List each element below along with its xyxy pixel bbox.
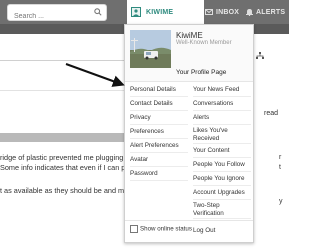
alerts-button[interactable]: ALERTS — [246, 0, 285, 24]
show-online-status-label: Show online status — [140, 225, 192, 233]
menu-item-account-upgrades[interactable]: Account Upgrades — [193, 186, 251, 200]
post-text-line: Some info indicates that even if I can p — [0, 163, 126, 172]
divider — [0, 60, 126, 61]
text-fragment: r — [279, 154, 282, 161]
menu-item-news-feed[interactable]: Your News Feed — [193, 83, 251, 97]
user-name[interactable]: KiwiME — [176, 31, 203, 40]
menu-item-people-you-follow[interactable]: People You Follow — [193, 158, 251, 172]
text-fragment: t — [279, 164, 281, 171]
menu-item-two-step-verification[interactable]: Two-Step Verification — [193, 200, 251, 219]
user-menu-button[interactable]: KIWIME — [127, 0, 204, 24]
profile-page-link[interactable]: Your Profile Page — [176, 69, 226, 76]
sitemap-icon — [256, 52, 264, 59]
menu-item-contact-details[interactable]: Contact Details — [130, 97, 188, 111]
menu-item-personal-details[interactable]: Personal Details — [130, 83, 188, 97]
show-online-status-checkbox[interactable]: Show online status — [130, 225, 192, 234]
search-input[interactable] — [8, 9, 94, 24]
checkbox-icon[interactable] — [130, 225, 138, 233]
user-menu-label: KIWIME — [146, 8, 174, 16]
bell-icon — [246, 9, 253, 16]
avatar-icon — [131, 7, 141, 17]
menu-item-likes-received[interactable]: Likes You've Received — [193, 125, 251, 144]
inbox-label: INBOX — [216, 8, 240, 16]
text-fragment: read — [264, 110, 279, 117]
post-text-line: t as available as they should be and m — [0, 186, 125, 195]
menu-item-preferences[interactable]: Preferences — [130, 125, 188, 139]
envelope-icon — [205, 9, 213, 15]
menu-item-alert-preferences[interactable]: Alert Preferences — [130, 139, 188, 153]
account-settings-list: Personal Details Contact Details Privacy… — [130, 83, 188, 181]
alerts-label: ALERTS — [256, 8, 286, 16]
menu-item-avatar[interactable]: Avatar — [130, 153, 188, 167]
menu-item-conversations[interactable]: Conversations — [193, 97, 251, 111]
menu-item-your-content[interactable]: Your Content — [193, 144, 251, 158]
user-account-dropdown: KiwiME Well-Known Member Your Profile Pa… — [124, 24, 254, 243]
menu-item-privacy[interactable]: Privacy — [130, 111, 188, 125]
divider — [0, 90, 126, 91]
menu-item-people-you-ignore[interactable]: People You Ignore — [193, 172, 251, 186]
dropdown-header: KiwiME Well-Known Member Your Profile Pa… — [125, 25, 253, 82]
text-fragment: y — [279, 198, 283, 205]
user-title: Well-Known Member — [176, 40, 232, 46]
profile-photo[interactable] — [130, 30, 171, 68]
menu-item-alerts[interactable]: Alerts — [193, 111, 251, 125]
logout-link[interactable]: Log Out — [193, 227, 215, 234]
account-activity-list: Your News Feed Conversations Alerts Like… — [193, 83, 251, 219]
search-box[interactable] — [7, 4, 107, 24]
inbox-button[interactable]: INBOX — [205, 0, 239, 24]
post-text-line: ridge of plastic prevented me plugging — [0, 153, 124, 162]
search-icon[interactable] — [94, 8, 102, 16]
post-header-bar — [0, 133, 126, 142]
menu-item-password[interactable]: Password — [130, 167, 188, 181]
dropdown-footer: Show online status Log Out — [125, 220, 253, 243]
